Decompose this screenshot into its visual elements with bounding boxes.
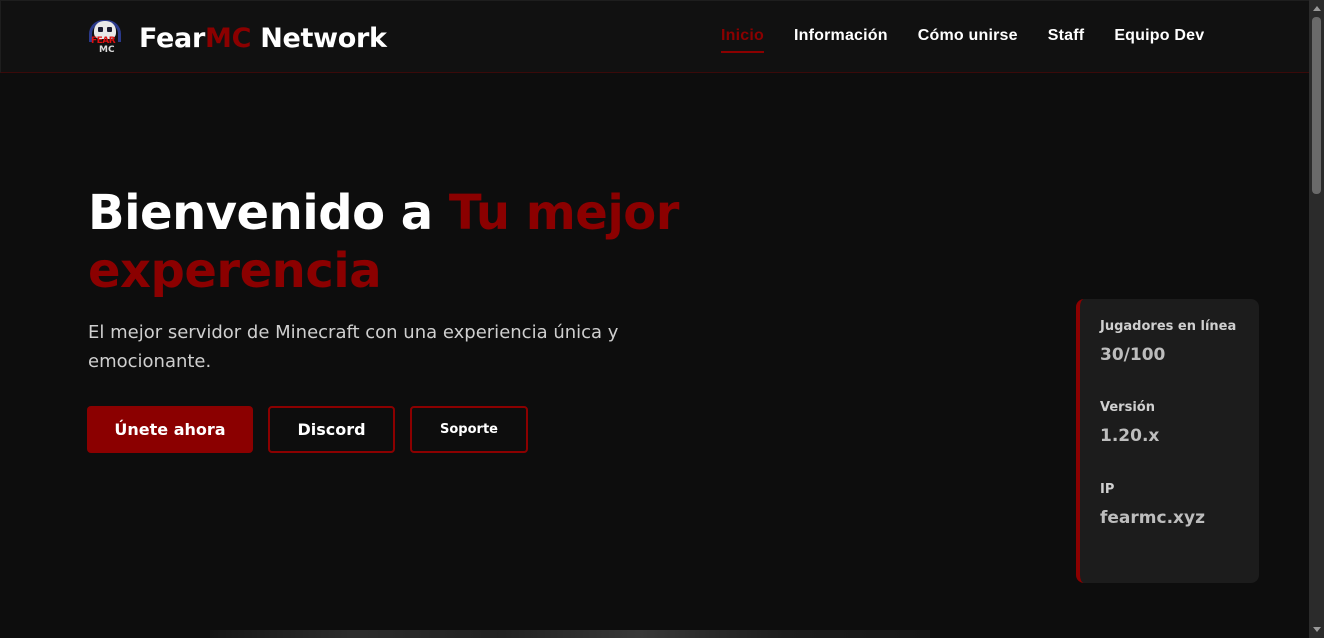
version-value: 1.20.x [1100, 426, 1160, 446]
hero-subtitle: El mejor servidor de Minecraft con una e… [88, 322, 619, 372]
site-title-part1: Fear [139, 22, 205, 54]
site-title-accent: MC [205, 22, 252, 54]
hero-title-part1: Bienvenido a [88, 185, 449, 241]
nav-item-staff[interactable]: Staff [1048, 27, 1085, 53]
nav-item-equipo-dev[interactable]: Equipo Dev [1114, 27, 1204, 53]
players-online-label: Jugadores en línea [1100, 319, 1237, 334]
ip-label: IP [1100, 482, 1115, 497]
ip-value[interactable]: fearmc.xyz [1100, 508, 1205, 528]
nav-item-inicio[interactable]: Inicio [721, 27, 764, 53]
site-title-part2: Network [251, 22, 387, 54]
logo-text-mc: MC [99, 45, 115, 55]
hero-background-image [210, 630, 930, 638]
players-online-value: 30/100 [1100, 345, 1166, 365]
version-label: Versión [1100, 400, 1155, 415]
scrollbar-thumb[interactable] [1312, 17, 1321, 194]
site-title: FearMC Network [139, 23, 387, 54]
scroll-down-arrow-icon[interactable] [1313, 627, 1321, 632]
fearmc-logo-icon: FEAR MC [89, 20, 123, 56]
vertical-scrollbar[interactable] [1309, 0, 1324, 638]
server-info-card: Jugadores en línea 30/100 Versión 1.20.x… [1076, 299, 1259, 583]
main-nav: Inicio Información Cómo unirse Staff Equ… [721, 27, 1234, 53]
scroll-up-arrow-icon[interactable] [1313, 6, 1321, 11]
nav-item-como-unirse[interactable]: Cómo unirse [918, 27, 1018, 53]
nav-item-informacion[interactable]: Información [794, 27, 888, 53]
join-now-button[interactable]: Únete ahora [87, 406, 253, 453]
page: FEAR MC FearMC Network Inicio Informació… [0, 0, 1324, 638]
brand[interactable]: FEAR MC FearMC Network [89, 18, 387, 58]
navbar: FEAR MC FearMC Network Inicio Informació… [0, 0, 1309, 73]
hero-title: Bienvenido a Tu mejor experencia [88, 184, 728, 300]
discord-button[interactable]: Discord [268, 406, 395, 453]
support-button[interactable]: Soporte [410, 406, 528, 453]
